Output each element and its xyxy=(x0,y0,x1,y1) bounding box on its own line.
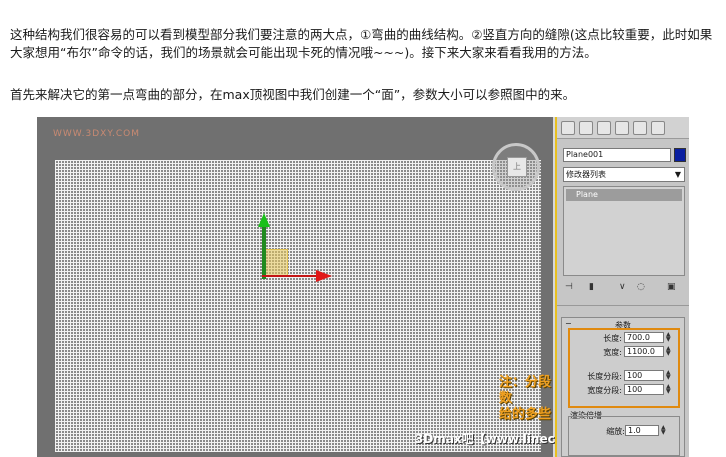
x-axis-handle[interactable] xyxy=(262,275,322,277)
stack-item-plane[interactable]: Plane xyxy=(566,189,682,201)
width-segs-label: 宽度分段: xyxy=(587,386,622,395)
viewcube-face[interactable]: 上 xyxy=(507,157,527,177)
length-segs-label: 长度分段: xyxy=(587,372,622,381)
render-multipliers-group: 缩放: 1.0 ▲ ▼ xyxy=(568,416,680,456)
command-panel: Plane001 修改器列表 ▼ Plane ⊣ ▮ ∨ ◌ ▣ − 参数 长度… xyxy=(557,117,689,457)
y-axis-handle[interactable] xyxy=(262,219,266,279)
chevron-down-icon: ▼ xyxy=(674,170,681,179)
panel-divider xyxy=(557,305,689,306)
scale-row: 缩放: 1.0 ▲ ▼ xyxy=(569,425,689,437)
y-axis-arrow-icon xyxy=(258,213,270,227)
length-label: 长度: xyxy=(603,334,622,343)
motion-tab-icon[interactable] xyxy=(615,121,629,135)
plane-grid-mesh[interactable] xyxy=(55,160,541,452)
modifier-stack: Plane xyxy=(563,186,685,276)
length-segs-spinner-icon[interactable]: ▲ ▼ xyxy=(666,370,674,381)
length-row: 长度: 700.0 ▲ ▼ xyxy=(562,332,684,344)
make-unique-icon[interactable]: ∨ xyxy=(619,282,626,292)
intro-paragraph: 这种结构我们很容易的可以看到模型部分我们要注意的两大点，①弯曲的曲线结构。②竖直… xyxy=(10,27,713,60)
remove-modifier-icon[interactable]: ◌ xyxy=(637,282,645,292)
scale-spinner-icon[interactable]: ▲ ▼ xyxy=(661,425,669,436)
transform-gizmo[interactable] xyxy=(258,213,362,299)
configure-sets-icon[interactable]: ▣ xyxy=(667,282,676,292)
display-tab-icon[interactable] xyxy=(633,121,647,135)
modify-tab-icon[interactable] xyxy=(579,121,593,135)
width-segs-row: 宽度分段: 100 ▲ ▼ xyxy=(562,384,684,396)
length-input[interactable]: 700.0 xyxy=(624,332,664,343)
modifier-list-label: 修改器列表 xyxy=(566,170,606,179)
parameters-rollout: − 参数 长度: 700.0 ▲ ▼ 宽度: 1100.0 ▲ ▼ 长度分段: 10… xyxy=(561,317,685,457)
width-row: 宽度: 1100.0 ▲ ▼ xyxy=(562,346,684,358)
max-screenshot: WWW.3DXY.COM 上 注：分段数 给的多些 3Dmax吧【www.lin… xyxy=(37,117,689,457)
show-end-result-icon[interactable]: ▮ xyxy=(589,282,594,292)
step-paragraph: 首先来解决它的第一点弯曲的部分，在max顶视图中我们创建一个“面”，参数大小可以… xyxy=(10,87,576,102)
viewcube-icon[interactable]: 上 xyxy=(492,143,540,191)
stack-toolbar: ⊣ ▮ ∨ ◌ ▣ xyxy=(563,282,685,298)
scale-label: 缩放: xyxy=(606,427,625,436)
width-spinner-icon[interactable]: ▲ ▼ xyxy=(666,346,674,357)
top-viewport[interactable]: WWW.3DXY.COM 上 注：分段数 给的多些 3Dmax吧【www.lin… xyxy=(37,117,685,457)
width-input[interactable]: 1100.0 xyxy=(624,346,664,357)
pin-stack-icon[interactable]: ⊣ xyxy=(565,282,573,292)
create-tab-icon[interactable] xyxy=(561,121,575,135)
scale-input[interactable]: 1.0 xyxy=(625,425,659,436)
length-segs-input[interactable]: 100 xyxy=(624,370,664,381)
length-segs-row: 长度分段: 100 ▲ ▼ xyxy=(562,370,684,382)
utilities-tab-icon[interactable] xyxy=(651,121,665,135)
width-segs-spinner-icon[interactable]: ▲ ▼ xyxy=(666,384,674,395)
object-name-field[interactable]: Plane001 xyxy=(563,148,671,162)
segments-note-line1: 注：分段数 xyxy=(499,375,552,406)
panel-tabs xyxy=(557,117,689,139)
site-watermark: WWW.3DXY.COM xyxy=(53,129,141,139)
segments-note: 注：分段数 给的多些 xyxy=(499,375,553,423)
width-segs-input[interactable]: 100 xyxy=(624,384,664,395)
modifier-list-dropdown[interactable]: 修改器列表 ▼ xyxy=(563,167,685,182)
width-label: 宽度: xyxy=(603,348,622,357)
segments-note-line2: 给的多些 xyxy=(499,407,552,422)
x-axis-arrow-icon xyxy=(316,270,332,282)
length-spinner-icon[interactable]: ▲ ▼ xyxy=(666,332,674,343)
object-color-swatch[interactable] xyxy=(674,148,686,162)
hierarchy-tab-icon[interactable] xyxy=(597,121,611,135)
